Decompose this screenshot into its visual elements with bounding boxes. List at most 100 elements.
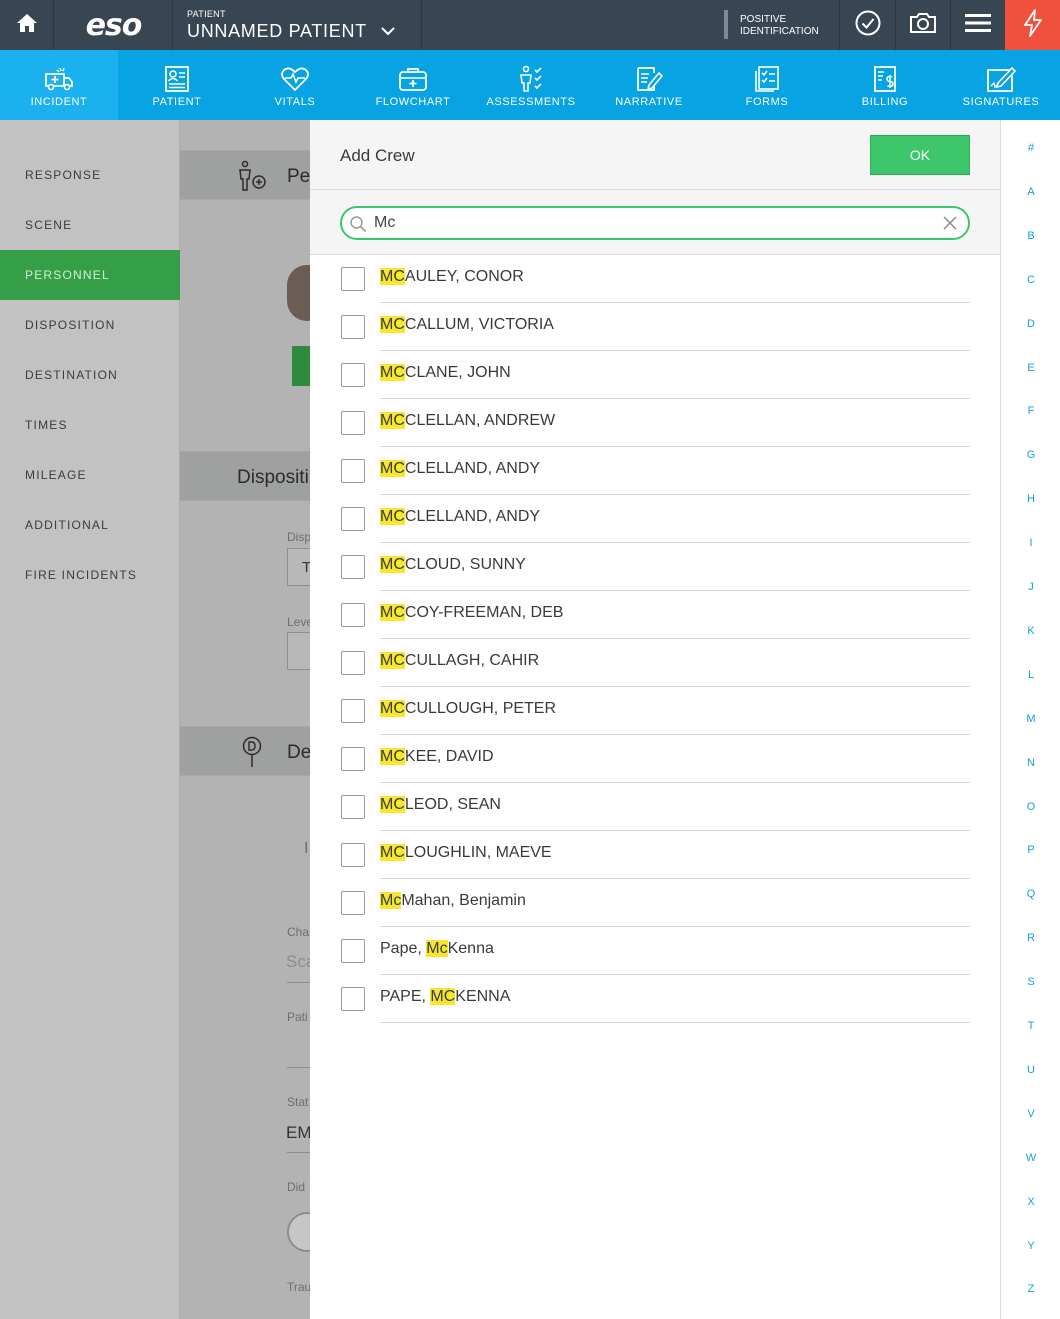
crew-list-item[interactable]: MCCLANE, JOHN [310, 351, 1000, 399]
quick-action-button[interactable] [1005, 0, 1060, 50]
crew-checkbox[interactable] [341, 507, 365, 531]
alphabet-index-letter[interactable]: Q [1001, 888, 1060, 900]
crew-checkbox[interactable] [341, 315, 365, 339]
alphabet-index-letter[interactable]: T [1001, 1020, 1060, 1032]
alphabet-index-letter[interactable]: M [1001, 713, 1060, 725]
crew-list-item[interactable]: MCKEE, DAVID [310, 735, 1000, 783]
alphabet-index-letter[interactable]: Y [1001, 1240, 1060, 1252]
level-field-label: Leve [287, 615, 310, 629]
alphabet-index-letter[interactable]: H [1001, 493, 1060, 505]
sidebar-item-scene[interactable]: SCENE [0, 200, 180, 250]
crew-name-rest: CULLOUGH, PETER [404, 700, 557, 717]
tab-narrative[interactable]: NARRATIVE [590, 50, 708, 120]
crew-checkbox[interactable] [341, 795, 365, 819]
crew-list-item[interactable]: MCCOY-FREEMAN, DEB [310, 591, 1000, 639]
alphabet-index-letter[interactable]: P [1001, 844, 1060, 856]
crew-list-item[interactable]: MCCLELLAND, ANDY [310, 495, 1000, 543]
alphabet-index-letter[interactable]: A [1001, 186, 1060, 198]
validate-button[interactable] [841, 0, 896, 50]
alphabet-index-letter[interactable]: N [1001, 757, 1060, 769]
crew-name: MCCULLAGH, CAHIR [380, 652, 539, 670]
tab-incident[interactable]: INCIDENT [0, 50, 118, 120]
crew-checkbox[interactable] [341, 843, 365, 867]
alphabet-index-letter[interactable]: X [1001, 1196, 1060, 1208]
crew-checkbox[interactable] [341, 603, 365, 627]
crew-checkbox[interactable] [341, 555, 365, 579]
tab-billing[interactable]: BILLING [826, 50, 944, 120]
crew-checkbox[interactable] [341, 891, 365, 915]
crew-list-item[interactable]: MCCULLOUGH, PETER [310, 687, 1000, 735]
level-field [287, 632, 310, 670]
crew-checkbox[interactable] [341, 747, 365, 771]
tab-assessments[interactable]: ASSESSMENTS [472, 50, 590, 120]
sidebar-item-destination[interactable]: DESTINATION [0, 350, 180, 400]
crew-list-item[interactable]: MCLOUGHLIN, MAEVE [310, 831, 1000, 879]
clear-search-icon[interactable] [942, 215, 958, 236]
alphabet-index-letter[interactable]: K [1001, 625, 1060, 637]
patient-selector[interactable]: PATIENT UNNAMED PATIENT [174, 0, 422, 50]
tab-patient[interactable]: PATIENT [118, 50, 236, 120]
crew-name-rest: Mahan, Benjamin [401, 892, 526, 909]
alphabet-index-letter[interactable]: O [1001, 801, 1060, 813]
tab-signatures[interactable]: SIGNATURES [942, 50, 1060, 120]
crew-checkbox[interactable] [341, 987, 365, 1011]
alphabet-index-letter[interactable]: B [1001, 230, 1060, 242]
sidebar-item-fire-incidents[interactable]: FIRE INCIDENTS [0, 550, 180, 600]
crew-checkbox[interactable] [341, 459, 365, 483]
sidebar-item-mileage[interactable]: MILEAGE [0, 450, 180, 500]
tab-label: ASSESSMENTS [486, 96, 576, 108]
sidebar-item-response[interactable]: RESPONSE [0, 150, 180, 200]
disposition-field: T [287, 548, 310, 586]
alphabet-index-letter[interactable]: C [1001, 274, 1060, 286]
alphabet-index-letter[interactable]: D [1001, 318, 1060, 330]
alphabet-index-letter[interactable]: R [1001, 932, 1060, 944]
crew-checkbox[interactable] [341, 939, 365, 963]
lightning-icon [1022, 8, 1044, 42]
menu-button[interactable] [951, 0, 1006, 50]
tab-vitals[interactable]: VITALS [236, 50, 354, 120]
sidebar-item-disposition[interactable]: DISPOSITION [0, 300, 180, 350]
crew-checkbox[interactable] [341, 699, 365, 723]
crew-checkbox[interactable] [341, 411, 365, 435]
crew-list-item[interactable]: MCCULLAGH, CAHIR [310, 639, 1000, 687]
home-button[interactable] [0, 0, 54, 50]
alphabet-index-letter[interactable]: W [1001, 1152, 1060, 1164]
positive-identification-button[interactable]: POSITIVE IDENTIFICATION [724, 0, 840, 50]
crew-list-item[interactable]: PAPE, MCKENNA [310, 975, 1000, 1023]
crew-list-item[interactable]: McMahan, Benjamin [310, 879, 1000, 927]
search-bar [310, 190, 1000, 255]
ok-button[interactable]: OK [870, 135, 970, 175]
alphabet-index-letter[interactable]: S [1001, 976, 1060, 988]
crew-checkbox[interactable] [341, 363, 365, 387]
crew-list-item[interactable]: MCCLELLAN, ANDREW [310, 399, 1000, 447]
crew-list-item[interactable]: Pape, McKenna [310, 927, 1000, 975]
alphabet-index: # A B C D E F G H I J K L M N O P Q R S T U V W X Y Z [1000, 120, 1060, 1319]
crew-list-item[interactable]: MCLEOD, SEAN [310, 783, 1000, 831]
eso-logo: eso [55, 0, 173, 50]
alphabet-index-letter[interactable]: # [1001, 142, 1060, 154]
camera-button[interactable] [896, 0, 951, 50]
alphabet-index-letter[interactable]: L [1001, 669, 1060, 681]
alphabet-index-letter[interactable]: Z [1001, 1283, 1060, 1295]
alphabet-index-letter[interactable]: F [1001, 405, 1060, 417]
alphabet-index-letter[interactable]: J [1001, 581, 1060, 593]
sidebar-item-additional[interactable]: ADDITIONAL [0, 500, 180, 550]
alphabet-index-letter[interactable]: E [1001, 362, 1060, 374]
alphabet-index-letter[interactable]: V [1001, 1108, 1060, 1120]
alphabet-index-letter[interactable]: I [1001, 537, 1060, 549]
personnel-icon [236, 160, 268, 197]
alphabet-index-letter[interactable]: U [1001, 1064, 1060, 1076]
tab-forms[interactable]: FORMS [708, 50, 826, 120]
sidebar-item-personnel[interactable]: PERSONNEL [0, 250, 180, 300]
tab-flowchart[interactable]: FLOWCHART [354, 50, 472, 120]
search-input[interactable] [374, 212, 934, 234]
crew-list-item[interactable]: MCCLELLAND, ANDY [310, 447, 1000, 495]
crew-checkbox[interactable] [341, 267, 365, 291]
crew-list-item[interactable]: MCCLOUD, SUNNY [310, 543, 1000, 591]
alphabet-index-letter[interactable]: G [1001, 449, 1060, 461]
search-match-highlight: MC [380, 556, 405, 573]
crew-list-item[interactable]: MCCALLUM, VICTORIA [310, 303, 1000, 351]
crew-list-item[interactable]: MCAULEY, CONOR [310, 255, 1000, 303]
crew-checkbox[interactable] [341, 651, 365, 675]
sidebar-item-times[interactable]: TIMES [0, 400, 180, 450]
